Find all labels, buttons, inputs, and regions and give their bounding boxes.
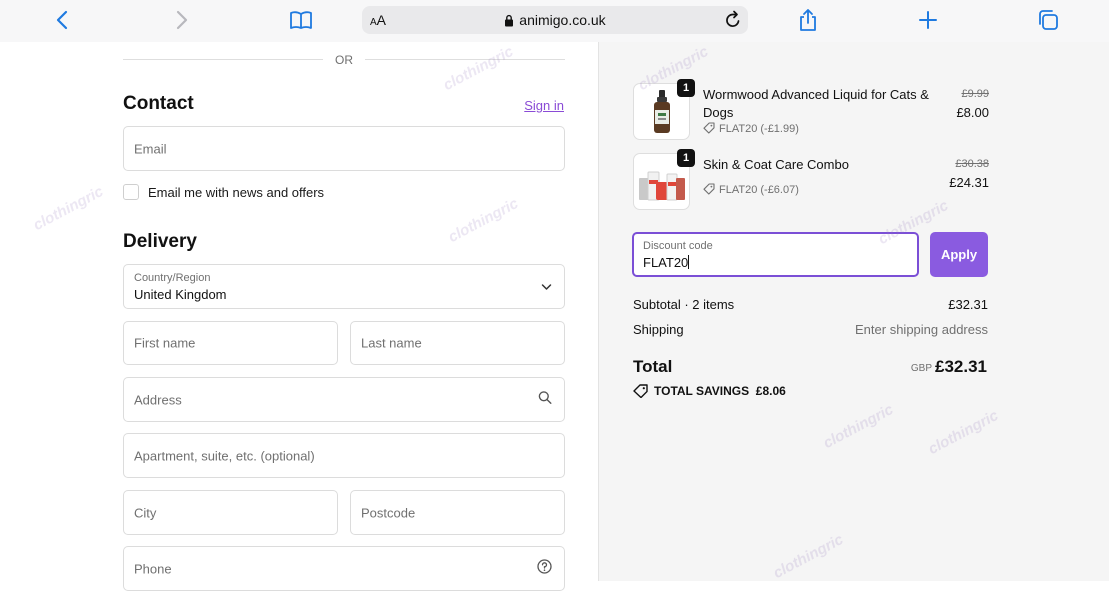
last-name-field[interactable]: Last name [350,321,565,365]
address-bar[interactable]: AA animigo.co.uk [362,6,748,34]
chevron-down-icon [541,278,552,296]
item-price: £8.00 [956,105,989,120]
last-name-placeholder: Last name [361,335,422,351]
total-savings: TOTAL SAVINGS £8.06 [633,384,786,398]
line-item: 1 Skin & Coat Care Combo FLAT20 (-£6.07)… [633,149,989,211]
postcode-field[interactable]: Postcode [350,490,565,535]
item-discount: FLAT20 (-£1.99) [703,122,799,135]
reload-icon[interactable] [724,10,742,30]
total-currency: GBP [910,363,932,374]
newsletter-checkbox[interactable] [123,184,139,200]
item-name: Wormwood Advanced Liquid for Cats & Dogs [703,87,929,120]
email-field[interactable]: Email [123,126,565,171]
search-icon [538,390,552,409]
url-display[interactable]: animigo.co.uk [362,12,748,28]
contact-heading: Contact [123,93,194,114]
discount-code-value: FLAT20 [643,255,690,270]
total-value: £32.31 [935,357,987,376]
back-icon[interactable] [48,8,76,32]
original-price: £30.38 [955,158,989,170]
discount-code-label: Discount code [643,240,713,252]
or-text: OR [335,53,353,67]
city-placeholder: City [134,505,157,520]
total-label: Total [633,357,673,376]
line-item: 1 Wormwood Advanced Liquid for Cats & Do… [633,79,989,141]
tabs-overview-icon[interactable] [1034,8,1062,32]
quantity-badge: 1 [677,79,695,97]
discount-code-input[interactable]: Discount code FLAT20 [632,232,919,277]
phone-placeholder: Phone [134,561,172,576]
sign-in-link[interactable]: Sign in [524,98,564,113]
quantity-badge: 1 [677,149,695,167]
new-tab-icon[interactable] [914,8,942,32]
shipping-value: Enter shipping address [855,322,988,337]
savings-tag-icon [633,384,648,398]
item-discount: FLAT20 (-£6.07) [703,183,799,196]
subtotal-value: £32.31 [948,297,988,312]
first-name-placeholder: First name [134,335,196,351]
first-name-field[interactable]: First name [123,321,338,365]
tag-icon [703,183,715,195]
shipping-label: Shipping [633,322,684,337]
country-label: Country/Region [134,272,211,284]
original-price: £9.99 [961,88,989,100]
postcode-placeholder: Postcode [361,505,416,520]
share-icon[interactable] [794,8,822,32]
country-value: United Kingdom [134,287,227,302]
or-divider: OR [123,52,565,68]
checkout-form: OR Contact Sign in Email Email me with n… [0,42,598,591]
email-placeholder: Email [134,141,167,156]
apply-button[interactable]: Apply [930,232,988,277]
text-caret [688,255,690,269]
tag-icon [703,122,715,134]
address-field[interactable]: Address [123,377,565,422]
divider-line [365,59,565,60]
country-select[interactable]: Country/Region United Kingdom [123,264,565,309]
subtotal-row: Subtotal · 2 items £32.31 [633,297,988,312]
help-icon[interactable] [537,558,552,579]
city-field[interactable]: City [123,490,338,535]
address-placeholder: Address [134,392,182,407]
apartment-field[interactable]: Apartment, suite, etc. (optional) [123,433,565,478]
forward-icon[interactable] [168,8,196,32]
item-price: £24.31 [949,175,989,190]
order-summary: 1 Wormwood Advanced Liquid for Cats & Do… [598,42,1109,581]
item-name: Skin & Coat Care Combo [703,157,849,172]
shipping-row: Shipping Enter shipping address [633,322,988,337]
lock-icon [504,14,514,27]
browser-toolbar: AA animigo.co.uk [0,0,1109,42]
phone-field[interactable]: Phone [123,546,565,591]
newsletter-label: Email me with news and offers [148,185,325,200]
bookmarks-icon[interactable] [287,8,315,32]
subtotal-label: Subtotal · 2 items [633,297,735,312]
apartment-placeholder: Apartment, suite, etc. (optional) [134,448,315,463]
delivery-heading: Delivery [123,231,197,252]
